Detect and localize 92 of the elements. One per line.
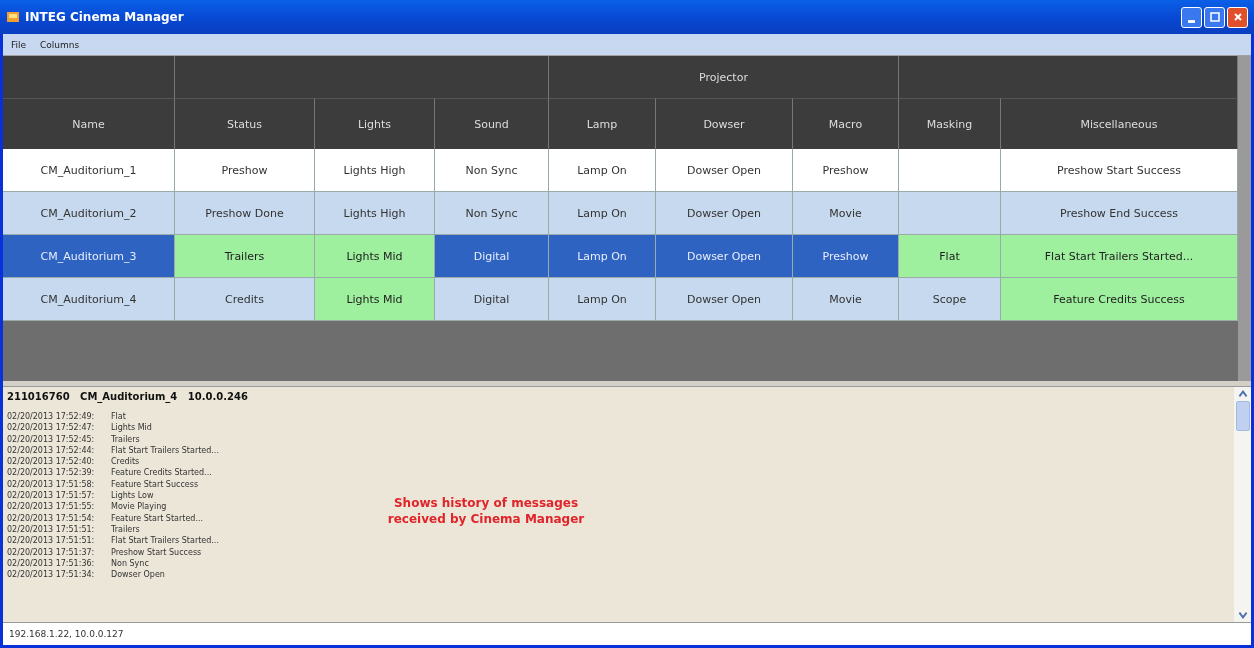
log-message: Trailers xyxy=(111,523,140,536)
log-message: Credits xyxy=(111,456,140,468)
log-header: 211016760 CM_Auditorium_4 10.0.0.246 xyxy=(7,391,249,402)
log-message: Non Sync xyxy=(111,557,149,570)
log-timestamp: 02/20/2013 17:51:51: xyxy=(7,523,96,536)
table-cell: Feature Credits Success xyxy=(1001,278,1238,321)
log-timestamp: 02/20/2013 17:52:39: xyxy=(7,467,96,479)
table-cell: Movie xyxy=(793,192,899,235)
scrollbar[interactable] xyxy=(1234,387,1251,622)
table-cell: Trailers xyxy=(175,235,315,278)
column-header[interactable]: Masking xyxy=(899,98,1001,149)
column-group-header: Projector xyxy=(549,56,899,98)
table-cell: Movie xyxy=(793,278,899,321)
table-cell: Dowser Open xyxy=(656,278,793,321)
table-cell: Flat xyxy=(899,235,1001,278)
log-message: Feature Start Success xyxy=(111,478,199,491)
log-message: Dowser Open xyxy=(111,569,165,581)
column-header[interactable]: Miscellaneous xyxy=(1001,98,1238,149)
table-cell: Flat Start Trailers Started... xyxy=(1001,235,1238,278)
table-cell: Lamp On xyxy=(549,192,656,235)
table-cell: Lamp On xyxy=(549,278,656,321)
log-timestamp: 02/20/2013 17:51:51: xyxy=(7,535,96,547)
log-timestamp: 02/20/2013 17:51:57: xyxy=(7,490,96,502)
table-cell: Lamp On xyxy=(549,235,656,278)
table-cell: Preshow xyxy=(793,149,899,192)
log-message: Flat xyxy=(111,411,126,423)
log-message: Feature Start Started... xyxy=(111,512,204,524)
window-title: INTEG Cinema Manager xyxy=(25,10,185,24)
log-message: Lights Low xyxy=(111,490,154,502)
table-cell: Preshow End Success xyxy=(1001,192,1238,235)
log-timestamp: 02/20/2013 17:51:55: xyxy=(7,501,96,513)
table-cell: Lights High xyxy=(315,149,435,192)
log-timestamp: 02/20/2013 17:52:40: xyxy=(7,456,96,468)
column-header[interactable]: Lamp xyxy=(549,98,656,149)
table-cell: Preshow xyxy=(175,149,315,192)
minimize-button[interactable] xyxy=(1181,6,1202,28)
log-timestamp: 02/20/2013 17:52:45: xyxy=(7,433,96,445)
table-cell: CM_Auditorium_2 xyxy=(3,192,175,235)
log-timestamp: 02/20/2013 17:52:49: xyxy=(7,411,96,423)
log-message: Preshow Start Success xyxy=(111,546,202,558)
close-button[interactable] xyxy=(1227,6,1248,28)
maximize-icon xyxy=(1209,12,1220,22)
table-cell: CM_Auditorium_3 xyxy=(3,235,175,278)
scrollbar-thumb[interactable] xyxy=(1235,401,1250,431)
column-header[interactable]: Macro xyxy=(793,98,899,149)
log-timestamp: 02/20/2013 17:51:58: xyxy=(7,478,96,491)
log-timestamp: 02/20/2013 17:52:47: xyxy=(7,422,96,434)
table-cell: Lights High xyxy=(315,192,435,235)
table-cell: Lamp On xyxy=(549,149,656,192)
column-header[interactable]: Name xyxy=(3,98,175,149)
table-cell: Non Sync xyxy=(435,149,549,192)
log-timestamp: 02/20/2013 17:51:37: xyxy=(7,546,96,558)
table-cell: Preshow Done xyxy=(175,192,315,235)
table-cell: Digital xyxy=(435,235,549,278)
table-cell: Non Sync xyxy=(435,192,549,235)
column-header[interactable]: Dowser xyxy=(656,98,793,149)
log-message: Flat Start Trailers Started... xyxy=(111,535,219,547)
log-timestamp: 02/20/2013 17:51:54: xyxy=(7,512,96,524)
log-timestamp: 02/20/2013 17:51:36: xyxy=(7,557,96,570)
log-message: Lights Mid xyxy=(111,422,152,434)
column-header[interactable]: Sound xyxy=(435,98,549,149)
minimize-icon xyxy=(1188,19,1195,23)
table-cell: Preshow xyxy=(793,235,899,278)
table-cell: Dowser Open xyxy=(656,235,793,278)
log-message: Flat Start Trailers Started... xyxy=(111,444,219,457)
scroll-down-icon[interactable] xyxy=(1236,610,1249,620)
table-cell: Preshow Start Success xyxy=(1001,149,1238,192)
menu-item[interactable]: File xyxy=(11,39,27,50)
table-cell: CM_Auditorium_1 xyxy=(3,149,175,192)
table-cell: Credits xyxy=(175,278,315,321)
annotation-text: Shows history of messages received by Cinema Manager xyxy=(386,495,586,527)
close-icon xyxy=(1232,12,1243,22)
scrollbar[interactable] xyxy=(1238,56,1251,381)
log-message: Trailers xyxy=(111,433,140,445)
table-cell: Dowser Open xyxy=(656,149,793,192)
table-cell: Dowser Open xyxy=(656,192,793,235)
table-cell: CM_Auditorium_4 xyxy=(3,278,175,321)
status-bar: 192.168.1.22, 10.0.0.127 xyxy=(3,622,1251,645)
log-message: Feature Credits Started... xyxy=(111,467,212,479)
table-cell: Lights Mid xyxy=(315,235,435,278)
scroll-up-icon[interactable] xyxy=(1236,389,1249,399)
log-timestamp: 02/20/2013 17:52:44: xyxy=(7,444,96,457)
table-cell: Scope xyxy=(899,278,1001,321)
menu-item[interactable]: Columns xyxy=(40,39,80,50)
maximize-button[interactable] xyxy=(1204,6,1225,28)
column-header[interactable]: Status xyxy=(175,98,315,149)
column-header[interactable]: Lights xyxy=(315,98,435,149)
app-icon xyxy=(6,10,20,24)
table-cell: Digital xyxy=(435,278,549,321)
log-message: Movie Playing xyxy=(111,501,167,513)
log-timestamp: 02/20/2013 17:51:34: xyxy=(7,569,96,581)
table-cell: Lights Mid xyxy=(315,278,435,321)
